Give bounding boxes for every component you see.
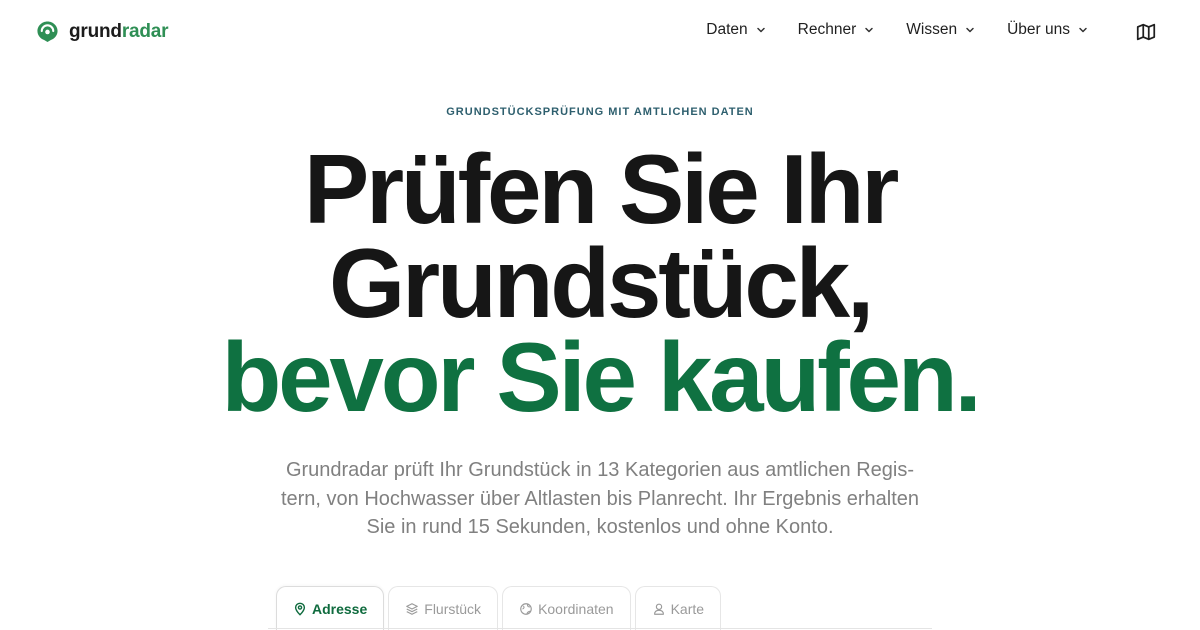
nav-item-label: Daten xyxy=(706,21,748,38)
logo-text-part1: grund xyxy=(69,20,122,42)
chevron-down-icon xyxy=(756,27,765,33)
nav-item-daten[interactable]: Daten xyxy=(706,21,765,39)
logo-text: grundradar xyxy=(69,20,169,43)
headline-line-1: Prüfen Sie Ihr xyxy=(303,134,900,244)
globe-icon xyxy=(520,602,532,615)
nav-item-wissen[interactable]: Wissen xyxy=(906,21,975,39)
chevron-down-icon xyxy=(865,27,874,33)
tab-label: Koordinaten xyxy=(538,600,614,617)
search-mode-tabs: Adresse Flurstück Koordinaten Karte xyxy=(276,586,722,630)
hero-headline: Prüfen Sie Ihr Grundstück, bevor Sie kau… xyxy=(0,134,1200,432)
tab-koordinaten[interactable]: Koordinaten xyxy=(502,586,631,630)
nav-item-ueber-uns[interactable]: Über uns xyxy=(1007,21,1088,39)
tab-adresse[interactable]: Adresse xyxy=(276,586,385,630)
layers-icon xyxy=(406,602,419,615)
tab-label: Karte xyxy=(670,600,705,617)
logo[interactable]: grundradar xyxy=(36,20,169,43)
nav-item-label: Über uns xyxy=(1007,21,1070,38)
main-nav: Daten Rechner Wissen Über uns xyxy=(706,21,1088,39)
tab-flurstueck[interactable]: Flurstück xyxy=(388,586,499,630)
pin-icon xyxy=(294,602,306,616)
nav-item-rechner[interactable]: Rechner xyxy=(798,21,875,39)
hero-lead: Grundradar prüft Ihr Grundstück in 13 Ka… xyxy=(280,459,920,538)
tab-karte[interactable]: Karte xyxy=(634,586,722,630)
tab-label: Adresse xyxy=(312,600,368,617)
headline-line-2: Grundstück, xyxy=(329,228,874,338)
chevron-down-icon xyxy=(966,27,974,33)
headline-line-3: bevor Sie kaufen. xyxy=(221,322,981,432)
map-icon[interactable] xyxy=(1135,21,1157,43)
map-pin-icon xyxy=(653,603,664,615)
logo-text-part2: radar xyxy=(121,20,169,42)
site-header: grundradar Daten Rechner Wissen Über uns xyxy=(0,0,1200,64)
chevron-down-icon xyxy=(1079,27,1087,33)
hero-eyebrow: GRUNDSTÜCKSPRÜFUNG MIT AMTLICHEN DATEN xyxy=(446,106,754,118)
nav-item-label: Wissen xyxy=(906,21,958,38)
tab-label: Flurstück xyxy=(424,600,482,617)
nav-item-label: Rechner xyxy=(797,21,857,38)
radar-logo-icon xyxy=(37,21,58,43)
